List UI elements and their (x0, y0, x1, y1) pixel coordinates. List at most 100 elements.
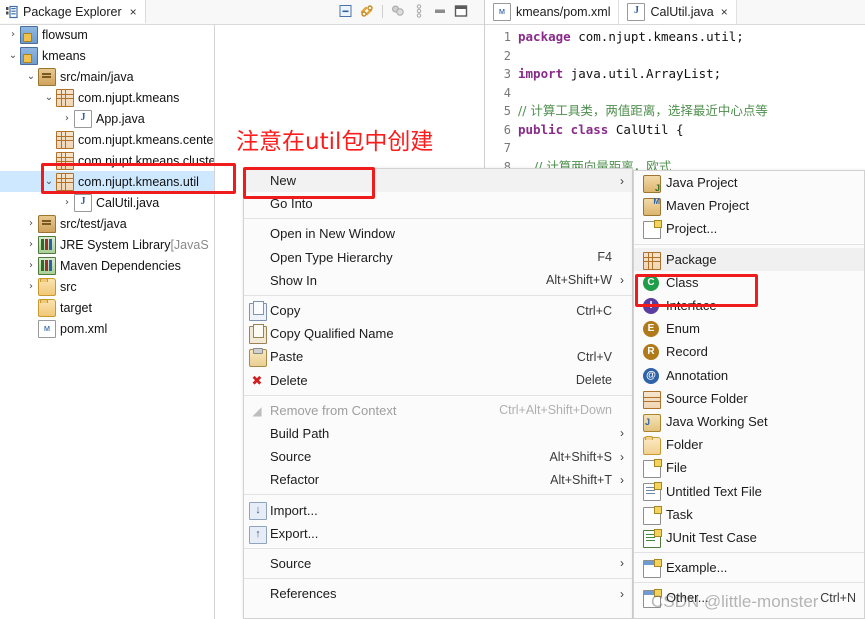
menu-item-shortcut: Delete (575, 373, 612, 388)
pkg-icon (56, 130, 74, 149)
editor-tab[interactable]: CalUtil.java × (619, 0, 737, 24)
menu-item-build-path[interactable]: Build Path › (244, 422, 632, 445)
del-icon (249, 373, 265, 389)
collapse-all-icon[interactable] (338, 3, 354, 19)
submenu-item-record[interactable]: Record (634, 340, 864, 363)
minimize-icon[interactable] (432, 3, 448, 19)
view-menu-icon[interactable] (411, 3, 427, 19)
submenu-item-label: Untitled Text File (666, 483, 762, 499)
tree-item[interactable]: com.njupt.kmeans.center (0, 129, 214, 150)
chevron-icon[interactable]: › (24, 281, 38, 292)
close-icon[interactable]: × (721, 6, 728, 18)
export-icon (249, 525, 267, 544)
maximize-icon[interactable] (453, 3, 469, 19)
submenu-item-file[interactable]: File (634, 456, 864, 479)
chevron-icon[interactable]: › (60, 197, 74, 208)
context-menu[interactable]: New›Go Into› Open in New Window›Open Type… (243, 168, 633, 619)
chevron-icon[interactable]: › (24, 239, 38, 250)
chevron-icon[interactable]: › (60, 113, 74, 124)
submenu-item-source-folder[interactable]: Source Folder (634, 387, 864, 410)
code-line: 3 import java.util.ArrayList; (485, 65, 865, 84)
link-with-editor-icon[interactable] (359, 3, 375, 19)
submenu-item-task[interactable]: Task (634, 503, 864, 526)
submenu-item-interface[interactable]: Interface (634, 294, 864, 317)
tree-item[interactable]: › App.java (0, 108, 214, 129)
tree-item[interactable]: › JRE System Library [JavaS (0, 234, 214, 255)
chevron-icon[interactable]: ⌄ (42, 92, 56, 103)
tree-item[interactable]: ⌄ com.njupt.kmeans.util (0, 171, 214, 192)
chevron-icon[interactable]: › (24, 260, 38, 271)
menu-item-new[interactable]: New › (244, 169, 632, 193)
submenu-item-enum[interactable]: Enum (634, 317, 864, 340)
chevron-icon[interactable]: ⌄ (42, 176, 56, 187)
tab-package-explorer[interactable]: Package Explorer × (0, 0, 146, 23)
menu-item-references[interactable]: References › (244, 582, 632, 605)
new-submenu[interactable]: Java Project Maven Project Project... Packa… (633, 170, 865, 619)
submenu-item-untitled-text-file[interactable]: Untitled Text File (634, 479, 864, 502)
tree-item[interactable]: › src (0, 276, 214, 297)
submenu-item-other[interactable]: Other... Ctrl+N (634, 586, 864, 609)
menu-item-label: Remove from Context (270, 402, 397, 418)
menu-item-label: References (270, 586, 337, 602)
menu-item-paste[interactable]: PasteCtrl+V› (244, 345, 632, 368)
tree-item[interactable]: ⌄ com.njupt.kmeans (0, 87, 214, 108)
chevron-icon[interactable]: › (6, 29, 20, 40)
menu-separator (634, 552, 864, 553)
tree-item[interactable]: ⌄ src/main/java (0, 66, 214, 87)
submenu-item-label: Java Project (666, 175, 738, 191)
code-line: 5 // 计算工具类，两值距离，选择最近中心点等 (485, 102, 865, 121)
submenu-item-java-working-set[interactable]: Java Working Set (634, 410, 864, 433)
menu-item-copy[interactable]: CopyCtrl+C› (244, 299, 632, 322)
submenu-item-junit-test-case[interactable]: JUnit Test Case (634, 526, 864, 549)
tree-item[interactable]: › flowsum (0, 24, 214, 45)
package-explorer-toolbar[interactable] (338, 3, 469, 19)
tree-item[interactable]: pom.xml (0, 318, 214, 339)
code-token: public class (518, 121, 616, 137)
import-icon (249, 502, 267, 521)
submenu-item-java-project[interactable]: Java Project (634, 171, 864, 194)
submenu-item-folder[interactable]: Folder (634, 433, 864, 456)
line-number: 6 (503, 122, 511, 137)
menu-item-open-in-new-window[interactable]: Open in New Window› (244, 222, 632, 245)
submenu-item-label: Source Folder (666, 390, 748, 406)
menu-item-go-into[interactable]: Go Into› (244, 192, 632, 215)
proj-icon (20, 46, 38, 65)
submenu-item-annotation[interactable]: Annotation (634, 364, 864, 387)
tree-item[interactable]: target (0, 297, 214, 318)
view-menu-bubbles-icon[interactable] (390, 3, 406, 19)
menu-item-source[interactable]: Source › (244, 552, 632, 575)
folder-icon (38, 298, 56, 317)
menu-item-copy-qualified-name[interactable]: Copy Qualified Name› (244, 322, 632, 345)
chevron-icon[interactable]: ⌄ (6, 50, 20, 61)
submenu-item-class[interactable]: Class (634, 271, 864, 294)
menu-item-label: Source (270, 449, 312, 465)
code-view[interactable]: 1 package com.njupt.kmeans.util; 2 3 import … (485, 25, 865, 176)
menu-item-export[interactable]: Export...› (244, 522, 632, 545)
submenu-item-label: Maven Project (666, 198, 750, 214)
tree-item[interactable]: › Maven Dependencies (0, 255, 214, 276)
submenu-item-package[interactable]: Package (634, 247, 864, 271)
chevron-icon[interactable]: › (24, 218, 38, 229)
menu-item-source[interactable]: Source Alt+Shift+S › (244, 445, 632, 468)
menu-item-refactor[interactable]: Refactor Alt+Shift+T › (244, 468, 632, 491)
tree-item[interactable]: com.njupt.kmeans.cluster (0, 150, 214, 171)
menu-item-delete[interactable]: DeleteDelete› (244, 369, 632, 392)
code-text: package com.njupt.kmeans.util; (518, 28, 744, 47)
package-explorer-panel: › flowsum ⌄ kmeans ⌄ src/main/java ⌄ com.njupt.… (0, 0, 215, 619)
editor-tab[interactable]: kmeans/pom.xml (485, 0, 620, 24)
submenu-item-example[interactable]: Example... (634, 556, 864, 579)
tree-item-label: flowsum (42, 27, 88, 42)
java-icon (74, 193, 92, 212)
chevron-icon[interactable]: ⌄ (24, 71, 38, 82)
menu-item-import[interactable]: Import...› (244, 498, 632, 521)
submenu-item-maven-project[interactable]: Maven Project (634, 194, 864, 217)
tree-item[interactable]: ⌄ kmeans (0, 45, 214, 66)
menu-separator (244, 494, 632, 496)
close-icon[interactable]: × (130, 6, 137, 18)
tree-item[interactable]: › CalUtil.java (0, 192, 214, 213)
project-tree[interactable]: › flowsum ⌄ kmeans ⌄ src/main/java ⌄ com.njupt.… (0, 24, 214, 619)
tree-item[interactable]: › src/test/java (0, 213, 214, 234)
submenu-item-project[interactable]: Project... (634, 217, 864, 240)
menu-item-open-type-hierarchy[interactable]: Open Type HierarchyF4› (244, 246, 632, 269)
menu-item-show-in[interactable]: Show In Alt+Shift+W › (244, 269, 632, 292)
